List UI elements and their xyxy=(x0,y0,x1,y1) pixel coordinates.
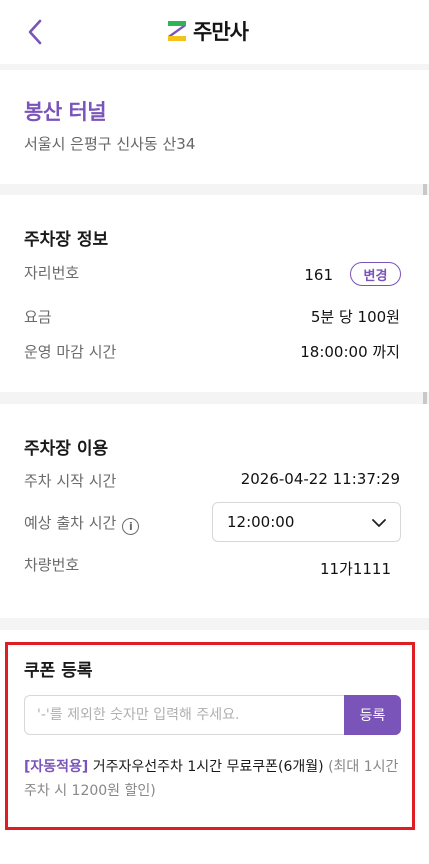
exit-time-value: 12:00:00 xyxy=(227,513,295,531)
chevron-left-icon xyxy=(28,19,42,45)
section-title: 주차장 이용 xyxy=(24,439,109,459)
auto-apply-tag: [자동적용] xyxy=(24,759,89,775)
exit-time-label: 예상 출차 시간 xyxy=(24,514,117,532)
place-section: 봉산 터널 서울시 은평구 신사동 산34 xyxy=(0,70,429,184)
spot-label: 자리번호 xyxy=(24,264,80,282)
fee-value: 5분 당 100원 xyxy=(310,308,400,326)
car-number-value: 11가1111 xyxy=(319,560,391,578)
place-address: 서울시 은평구 신사동 산34 xyxy=(24,135,196,153)
section-title: 쿠폰 등록 xyxy=(24,661,93,681)
car-number-label: 차량번호 xyxy=(24,556,80,574)
back-button[interactable] xyxy=(20,16,50,48)
app-header: 주만사 xyxy=(0,0,429,64)
parking-use-section: 주차장 이용 주차 시작 시간 2026-04-22 11:37:29 예상 출… xyxy=(0,404,429,618)
coupon-section: 쿠폰 등록 등록 [자동적용] 거주자우선주차 1시간 무료쿠폰(6개월) (최… xyxy=(0,630,429,864)
close-time-value: 18:00:00 까지 xyxy=(300,343,400,361)
exit-time-label-row: 예상 출차 시간 i xyxy=(24,512,140,535)
exit-time-select[interactable]: 12:00:00 xyxy=(212,502,401,542)
coupon-register-button[interactable]: 등록 xyxy=(344,695,401,735)
logo-text: 주만사 xyxy=(193,20,249,44)
start-time-label: 주차 시작 시간 xyxy=(24,472,117,490)
spot-value: 161 xyxy=(304,266,333,284)
auto-coupon-name: 거주자우선주차 1시간 무료쿠폰(6개월) xyxy=(92,759,324,775)
place-name: 봉산 터널 xyxy=(24,100,107,124)
section-title: 주차장 정보 xyxy=(24,230,109,250)
fee-label: 요금 xyxy=(24,308,52,326)
coupon-input[interactable] xyxy=(24,695,345,735)
chevron-down-icon xyxy=(372,519,386,527)
logo-icon xyxy=(168,21,186,41)
info-icon[interactable]: i xyxy=(122,518,140,535)
start-time-value: 2026-04-22 11:37:29 xyxy=(240,470,400,488)
auto-coupon-info: [자동적용] 거주자우선주차 1시간 무료쿠폰(6개월) (최대 1시간 주차 … xyxy=(24,755,404,803)
app-logo: 주만사 xyxy=(166,16,249,46)
change-spot-button[interactable]: 변경 xyxy=(350,262,401,286)
parking-info-section: 주차장 정보 자리번호 161 변경 요금 5분 당 100원 운영 마감 시간… xyxy=(0,195,429,392)
close-time-label: 운영 마감 시간 xyxy=(24,343,117,361)
